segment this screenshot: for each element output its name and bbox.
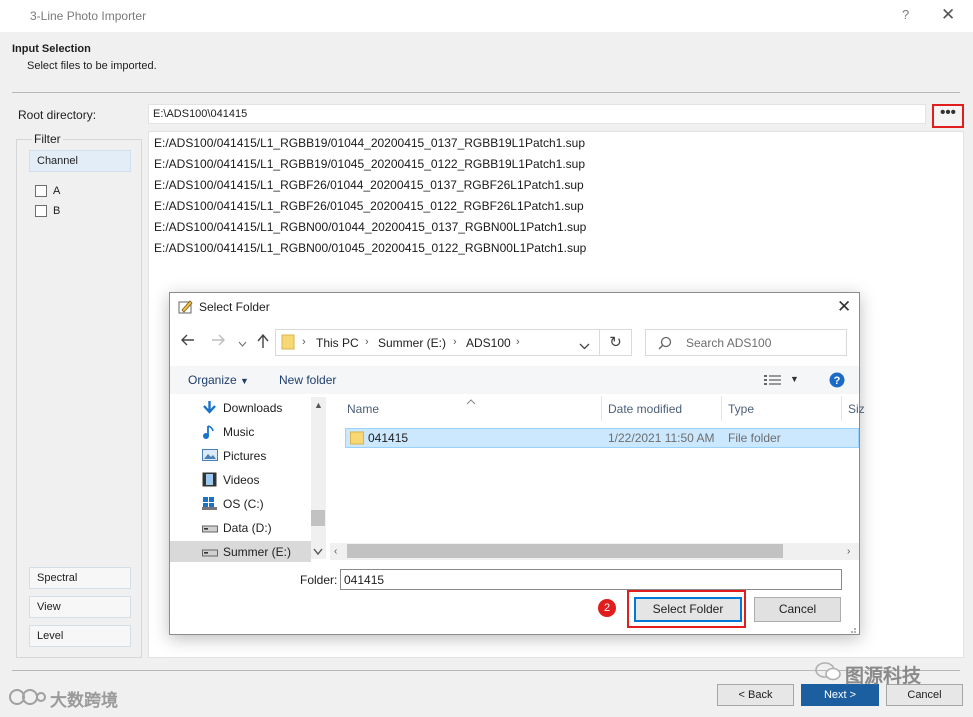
- select-folder-button[interactable]: Select Folder: [634, 597, 742, 622]
- sort-up-icon: [466, 394, 476, 408]
- file-row[interactable]: E:/ADS100/041415/L1_RGBF26/01044_2020041…: [154, 178, 584, 192]
- nav-item-os-c[interactable]: OS (C:): [223, 497, 264, 511]
- dialog-cancel-button[interactable]: Cancel: [754, 597, 841, 622]
- file-row[interactable]: E:/ADS100/041415/L1_RGBF26/01045_2020041…: [154, 199, 584, 213]
- chevron-right-icon: ›: [516, 336, 520, 348]
- scroll-down-icon[interactable]: [313, 545, 323, 559]
- nav-item-music[interactable]: Music: [223, 425, 254, 439]
- checkbox-b[interactable]: [35, 205, 47, 217]
- svg-text:?: ?: [834, 375, 841, 387]
- checkbox-a[interactable]: [35, 185, 47, 197]
- nav-scrollbar[interactable]: [311, 397, 326, 559]
- spectral-button[interactable]: Spectral: [29, 567, 131, 589]
- view-options-icon[interactable]: [764, 374, 782, 389]
- checkbox-a-label: A: [53, 185, 61, 197]
- folder-input[interactable]: 041415: [340, 569, 842, 590]
- up-arrow-icon[interactable]: [256, 333, 270, 352]
- nav-item-videos[interactable]: Videos: [223, 473, 259, 487]
- videos-icon: [202, 472, 217, 487]
- caret-down-icon: ▼: [240, 376, 249, 386]
- help-icon[interactable]: ?: [829, 372, 845, 391]
- recent-dropdown-icon[interactable]: [238, 337, 247, 351]
- file-row[interactable]: E:/ADS100/041415/L1_RGBN00/01045_2020041…: [154, 241, 586, 255]
- watermark-logo-icon: [8, 686, 48, 711]
- level-button[interactable]: Level: [29, 625, 131, 647]
- table-row[interactable]: [345, 428, 859, 448]
- music-icon: [202, 424, 217, 439]
- windows-drive-icon: [202, 496, 217, 510]
- channel-button[interactable]: Channel: [29, 150, 131, 172]
- breadcrumb-summer[interactable]: Summer (E:): [378, 336, 446, 350]
- drive-icon: [202, 521, 218, 535]
- step-badge-2: 2: [598, 599, 616, 617]
- file-row[interactable]: E:/ADS100/041415/L1_RGBB19/01045_2020041…: [154, 157, 585, 171]
- chevron-right-icon: ›: [453, 336, 457, 348]
- breadcrumb-ads100[interactable]: ADS100: [466, 336, 511, 350]
- filter-label: Filter: [32, 132, 63, 146]
- folder-icon: [350, 431, 364, 448]
- search-icon: [658, 336, 672, 353]
- view-caret-icon[interactable]: ▼: [790, 374, 799, 384]
- wechat-icon: [814, 660, 842, 685]
- search-placeholder: Search ADS100: [686, 336, 772, 350]
- section-title: Input Selection: [12, 43, 91, 55]
- view-button[interactable]: View: [29, 596, 131, 618]
- title-bar: 3-Line Photo Importer ? ✕: [0, 0, 973, 32]
- nav-item-data-d[interactable]: Data (D:): [223, 521, 272, 535]
- row-type: File folder: [728, 431, 781, 445]
- scroll-right-icon[interactable]: ›: [847, 546, 850, 557]
- resize-grip-icon[interactable]: [847, 623, 857, 637]
- column-date-modified[interactable]: Date modified: [608, 402, 682, 416]
- address-dropdown-icon[interactable]: [579, 339, 590, 353]
- breadcrumb-this-pc[interactable]: This PC: [316, 336, 359, 350]
- drive-icon: [202, 545, 218, 559]
- forward-arrow-icon[interactable]: [211, 333, 225, 352]
- column-divider: [721, 396, 722, 421]
- folder-label: Folder:: [300, 573, 338, 587]
- file-row[interactable]: E:/ADS100/041415/L1_RGBN00/01044_2020041…: [154, 220, 586, 234]
- chevron-right-icon: ›: [365, 336, 369, 348]
- organize-button[interactable]: Organize ▼: [188, 373, 249, 387]
- column-type[interactable]: Type: [728, 402, 754, 416]
- dialog-close-button[interactable]: ✕: [837, 297, 851, 317]
- row-date: 1/22/2021 11:50 AM: [608, 431, 715, 445]
- nav-item-downloads[interactable]: Downloads: [223, 401, 282, 415]
- folder-icon: [281, 334, 295, 353]
- nav-item-pictures[interactable]: Pictures: [223, 449, 266, 463]
- checkbox-b-label: B: [53, 205, 61, 217]
- column-size[interactable]: Siz: [848, 402, 865, 416]
- dialog-title: Select Folder: [199, 300, 270, 314]
- row-name: 041415: [368, 431, 409, 445]
- scroll-left-icon[interactable]: ‹: [334, 546, 337, 557]
- folder-pencil-icon: [178, 299, 193, 314]
- back-arrow-icon[interactable]: [181, 333, 195, 352]
- nav-item-summer-e[interactable]: Summer (E:): [223, 545, 291, 559]
- download-icon: [202, 400, 217, 414]
- file-row[interactable]: E:/ADS100/041415/L1_RGBB19/01044_2020041…: [154, 136, 585, 150]
- column-divider: [841, 396, 842, 421]
- dialog-toolbar: [170, 366, 859, 394]
- nav-scroll-thumb[interactable]: [311, 510, 325, 526]
- new-folder-button[interactable]: New folder: [279, 373, 336, 387]
- close-button[interactable]: ✕: [941, 5, 955, 25]
- chevron-right-icon: ›: [302, 336, 306, 348]
- help-button[interactable]: ?: [902, 7, 909, 22]
- scroll-up-icon[interactable]: ▲: [314, 400, 323, 410]
- column-divider: [601, 396, 602, 421]
- back-button[interactable]: < Back: [717, 684, 794, 706]
- horizontal-scroll-thumb[interactable]: [347, 544, 783, 558]
- watermark-right: 图源科技: [845, 666, 922, 687]
- root-directory-field[interactable]: E:\ADS100\041415: [148, 104, 926, 124]
- organize-label: Organize: [188, 373, 237, 387]
- section-subtitle: Select files to be imported.: [27, 60, 157, 72]
- pictures-icon: [202, 448, 218, 462]
- header-divider: [12, 92, 960, 93]
- window-title: 3-Line Photo Importer: [30, 9, 147, 23]
- browse-button[interactable]: •••: [932, 104, 964, 128]
- root-directory-label: Root directory:: [18, 108, 97, 122]
- refresh-icon[interactable]: ↻: [600, 329, 632, 356]
- watermark-left: 大数跨境: [50, 691, 118, 710]
- column-name[interactable]: Name: [347, 402, 379, 416]
